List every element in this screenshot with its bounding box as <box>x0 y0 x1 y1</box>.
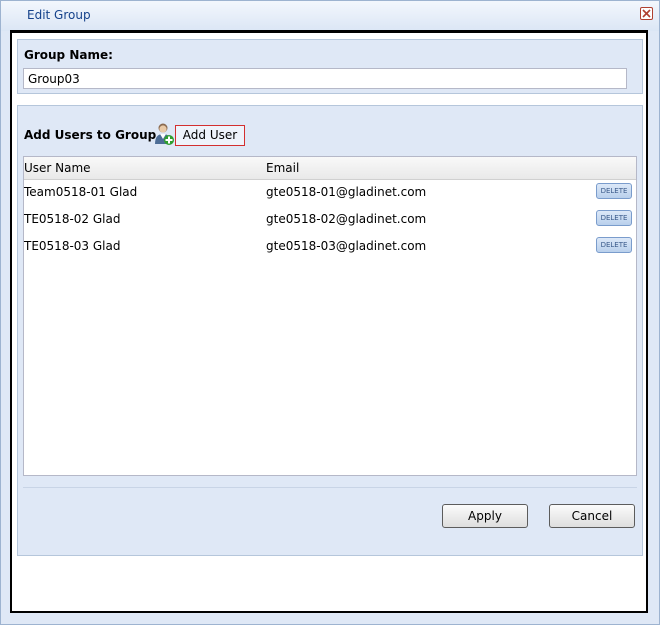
user-name-cell: Team0518-01 Glad <box>24 185 138 199</box>
footer-divider <box>23 487 637 488</box>
table-row[interactable]: TE0518-03 Glad gte0518-03@gladinet.com D… <box>24 233 636 260</box>
close-icon <box>642 9 651 18</box>
column-header-user-name[interactable]: User Name <box>24 161 91 175</box>
apply-button[interactable]: Apply <box>442 504 528 528</box>
delete-button[interactable]: DELETE <box>596 210 632 226</box>
dialog-title: Edit Group <box>27 8 91 22</box>
delete-button[interactable]: DELETE <box>596 183 632 199</box>
table-row[interactable]: TE0518-02 Glad gte0518-02@gladinet.com D… <box>24 206 636 233</box>
email-cell: gte0518-02@gladinet.com <box>266 212 427 226</box>
close-button[interactable] <box>640 7 653 20</box>
group-name-label: Group Name: <box>24 48 113 62</box>
delete-button[interactable]: DELETE <box>596 237 632 253</box>
user-name-cell: TE0518-02 Glad <box>24 212 121 226</box>
column-header-email[interactable]: Email <box>266 161 299 175</box>
user-name-cell: TE0518-03 Glad <box>24 239 121 253</box>
table-row[interactable]: Team0518-01 Glad gte0518-01@gladinet.com… <box>24 179 636 206</box>
cancel-button[interactable]: Cancel <box>549 504 635 528</box>
table-header: User Name Email <box>24 157 636 180</box>
group-name-input[interactable] <box>23 68 627 89</box>
add-users-label: Add Users to Group <box>24 128 157 142</box>
add-user-button[interactable]: Add User <box>175 125 245 146</box>
email-cell: gte0518-03@gladinet.com <box>266 239 427 253</box>
dialog-titlebar[interactable]: Edit Group <box>1 1 659 31</box>
email-cell: gte0518-01@gladinet.com <box>266 185 427 199</box>
add-user-icon[interactable] <box>153 122 175 146</box>
users-table: User Name Email Team0518-01 Glad gte0518… <box>23 156 637 476</box>
